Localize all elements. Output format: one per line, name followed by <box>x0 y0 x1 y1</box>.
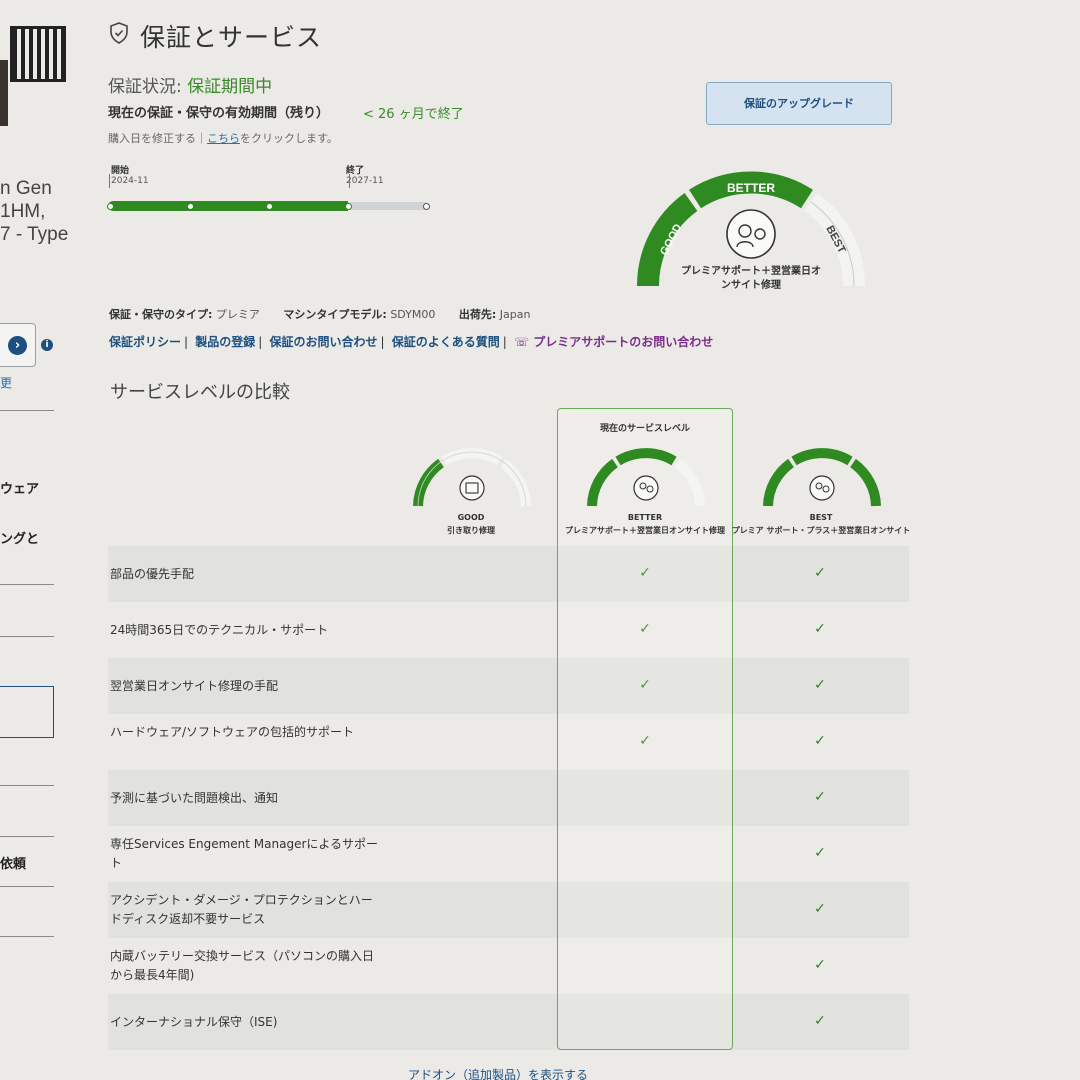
service-level-gauge: BETTER GOOD BEST プレミアサポート＋翌営業日オ ンサイト修理 <box>636 171 866 290</box>
sidebar-item-request[interactable]: 依頼 <box>0 853 26 872</box>
divider <box>0 584 54 585</box>
check-icon: ✓ <box>814 845 826 861</box>
check-icon: ✓ <box>814 677 826 693</box>
change-link[interactable]: 更 <box>0 374 12 391</box>
link-policy[interactable]: 保証ポリシー <box>109 335 181 349</box>
divider <box>0 836 54 837</box>
show-addons-link[interactable]: アドオン（追加製品）を表示する <box>408 1066 588 1080</box>
warranty-status: 保証状況: 保証期間中 <box>108 77 273 97</box>
link-premier-support[interactable]: ☏ プレミアサポートのお問い合わせ <box>514 335 713 349</box>
product-name-line: 1HM, <box>0 201 46 222</box>
sidebar-item-software[interactable]: ウェア <box>0 478 39 497</box>
timeline-point <box>423 203 430 210</box>
check-icon: ✓ <box>814 901 826 917</box>
timeline-progress <box>108 201 348 211</box>
divider <box>0 785 54 786</box>
warranty-links: 保証ポリシー | 製品の登録 | 保証のお問い合わせ | 保証のよくある質問 | ☏ プ… <box>109 335 714 349</box>
warranty-meta: 保証・保守のタイプ: プレミア マシンタイプモデル: SDYM00 出荷先: J… <box>109 308 531 321</box>
product-thumbnail <box>0 60 8 126</box>
gauge-caption: ンサイト修理 <box>721 278 781 290</box>
divider <box>0 886 54 887</box>
gauge-caption: プレミアサポート＋翌営業日オ <box>681 264 821 277</box>
upgrade-warranty-button[interactable]: 保証のアップグレード <box>706 82 892 125</box>
timeline-end-date: 2027-11 <box>346 176 384 186</box>
tier-best: BEST プレミア サポート・プラス＋翌営業日オンサイト <box>731 513 911 535</box>
warranty-type-value: プレミア <box>215 308 260 321</box>
timeline-start-label: 開始 <box>111 166 130 176</box>
row-label: 24時間365日でのテクニカル・サポート <box>110 623 329 637</box>
page-title: 保証とサービス <box>140 23 323 52</box>
row-label: 予測に基づいた問題検出、通知 <box>110 791 279 805</box>
row-label: ハードウェア/ソフトウェアの包括的サポート <box>110 725 355 739</box>
tier-good: GOOD 引き取り修理 <box>447 513 495 535</box>
gauge-better-icon <box>587 448 705 507</box>
row-label: 内蔵バッテリー交換サービス（パソコンの購入日から最長4年間) <box>110 949 375 982</box>
timeline-point <box>187 203 194 210</box>
divider <box>0 636 54 637</box>
check-icon: ✓ <box>814 789 826 805</box>
sidebar-item-tuning[interactable]: ングと <box>0 528 39 547</box>
ship-to-value: Japan <box>499 308 531 321</box>
check-icon: ✓ <box>814 957 826 973</box>
warranty-period-label: 現在の保証・保守の有効期間（残り） <box>108 106 330 121</box>
row-label: 専任Services Engement Managerによるサポート <box>110 837 379 870</box>
link-register[interactable]: 製品の登録 <box>195 335 255 349</box>
row-label: 部品の優先手配 <box>110 567 195 581</box>
warranty-remaining: < 26 ヶ月で終了 <box>363 107 464 122</box>
row-label: アクシデント・ダメージ・プロテクションとハードディスク返却不要サービス <box>110 893 373 926</box>
gauge-better-label: BETTER <box>727 181 775 195</box>
link-faq[interactable]: 保証のよくある質問 <box>392 335 500 349</box>
shield-icon <box>110 22 128 44</box>
divider <box>0 936 54 937</box>
link-contact[interactable]: 保証のお問い合わせ <box>270 335 378 349</box>
product-name-line: n Gen <box>0 178 52 199</box>
warranty-status-value: 保証期間中 <box>187 77 273 97</box>
comparison-title: サービスレベルの比較 <box>110 382 290 403</box>
chevron-right-icon[interactable]: › <box>8 336 27 355</box>
divider <box>0 410 54 411</box>
purchase-date-note: 購入日を修正する｜こちらをクリックします。 <box>108 132 338 145</box>
check-icon: ✓ <box>814 621 826 637</box>
row-label: 翌営業日オンサイト修理の手配 <box>110 679 279 693</box>
timeline-start-date: 2024-11 <box>111 176 149 186</box>
current-tier-label: 現在のサービスレベル <box>599 424 690 434</box>
timeline-remaining <box>348 202 428 210</box>
gauge-best-icon <box>763 448 881 507</box>
tier-better: BETTER プレミアサポート＋翌営業日オンサイト修理 <box>565 513 725 535</box>
timeline-point <box>345 203 352 210</box>
timeline-point <box>107 203 114 210</box>
row-label: インターナショナル保守（ISE) <box>110 1015 278 1029</box>
machine-model-value: SDYM00 <box>390 308 436 321</box>
info-icon[interactable]: i <box>41 339 53 351</box>
timeline-point <box>266 203 273 210</box>
check-icon: ✓ <box>814 1013 826 1029</box>
check-icon: ✓ <box>814 733 826 749</box>
check-icon: ✓ <box>814 565 826 581</box>
sidebar-item-active[interactable] <box>0 686 54 738</box>
product-name-line: 7 - Type <box>0 224 69 245</box>
gauge-good-icon <box>413 448 531 507</box>
purchase-date-link[interactable]: こちら <box>207 132 240 145</box>
qr-code-icon <box>10 26 66 82</box>
